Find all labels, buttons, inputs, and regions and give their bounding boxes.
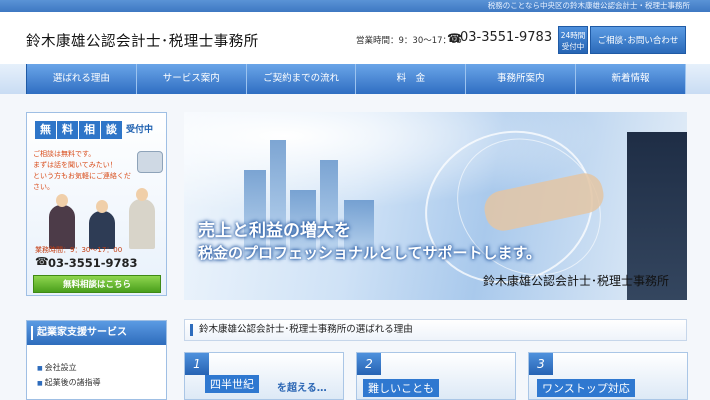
consult-heading: 無 料 相 談 受付中 bbox=[35, 121, 153, 139]
consult-accepting: 受付中 bbox=[126, 125, 154, 135]
free-consultation-box[interactable]: 無 料 相 談 受付中 ご相談は無料です。 まずは話を聞いてみたい！ という方も… bbox=[26, 112, 167, 296]
reason-number: 2 bbox=[357, 353, 381, 375]
nav-item-office[interactable]: 事務所案内 bbox=[466, 64, 577, 94]
24-hours-badge[interactable]: 24時間 受付中 bbox=[558, 26, 588, 54]
nav-bar: 選ばれる理由 サービス案内 ご契約までの流れ 料 金 事務所案内 新着情報 bbox=[0, 64, 710, 94]
consult-line: ご相談は無料です。 bbox=[33, 150, 96, 158]
reason-title: 四半世紀 bbox=[205, 375, 259, 393]
telephone-illustration bbox=[137, 151, 163, 173]
consult-hours: 業務時間：9：30〜17：00 bbox=[35, 246, 123, 254]
reason-card-1[interactable]: 1 四半世紀 を超える… bbox=[184, 352, 344, 400]
reason-title: 難しいことも bbox=[363, 379, 439, 397]
reason-number: 3 bbox=[529, 353, 553, 375]
reason-card-2[interactable]: 2 難しいことも bbox=[356, 352, 516, 400]
contact-button[interactable]: ご相談･お問い合わせ bbox=[590, 26, 686, 54]
business-hours: 営業時間：9：30〜17：15 bbox=[356, 36, 462, 46]
reason-title: ワンストップ対応 bbox=[537, 379, 635, 397]
free-consult-button[interactable]: 無料相談はこちら bbox=[33, 275, 161, 293]
hero-office-name: 鈴木康雄公認会計士･税理士事務所 bbox=[482, 274, 669, 288]
24-hours-label: 24時間 bbox=[560, 31, 586, 40]
hero-banner: 売上と利益の増大を 税金のプロフェッショナルとしてサポートします。 鈴木康雄公認… bbox=[184, 112, 687, 300]
nav-item-news[interactable]: 新着情報 bbox=[576, 64, 686, 94]
consult-char: 相 bbox=[79, 121, 100, 139]
phone-icon: ☎ bbox=[35, 255, 49, 268]
top-strip-text: 税務のことなら中央区の鈴木康雄公認会計士・税理士事務所 bbox=[487, 1, 690, 10]
nav-item-flow[interactable]: ご契約までの流れ bbox=[247, 64, 357, 94]
hero-headline: 売上と利益の増大を bbox=[198, 221, 351, 241]
site-title[interactable]: 鈴木康雄公認会計士･税理士事務所 bbox=[26, 30, 259, 51]
consult-char: 料 bbox=[57, 121, 78, 139]
sidebar-item-post-startup[interactable]: 起業後の諸指導 bbox=[37, 376, 101, 391]
accepting-label: 受付中 bbox=[561, 42, 585, 51]
nav-item-services[interactable]: サービス案内 bbox=[137, 64, 247, 94]
reason-card-3[interactable]: 3 ワンストップ対応 bbox=[528, 352, 688, 400]
startup-support-list: 会社設立 起業後の諸指導 bbox=[37, 361, 101, 391]
consult-phone[interactable]: 03-3551-9783 bbox=[48, 256, 138, 270]
reason-number: 1 bbox=[185, 353, 209, 375]
main-nav: 選ばれる理由 サービス案内 ご契約までの流れ 料 金 事務所案内 新着情報 bbox=[26, 64, 686, 94]
startup-support-box: 起業家支援サービス 会社設立 起業後の諸指導 bbox=[26, 320, 167, 400]
consult-char: 談 bbox=[101, 121, 122, 139]
header-phone[interactable]: 03-3551-9783 bbox=[460, 30, 552, 45]
sidebar-item-incorporation[interactable]: 会社設立 bbox=[37, 361, 101, 376]
nav-item-reasons[interactable]: 選ばれる理由 bbox=[27, 64, 137, 94]
reasons-section-title: 鈴木康雄公認会計士･税理士事務所の選ばれる理由 bbox=[184, 319, 687, 341]
staff-photo bbox=[45, 187, 161, 249]
startup-support-title: 起業家支援サービス bbox=[27, 321, 166, 345]
consult-line: まずは話を聞いてみたい！ bbox=[33, 161, 117, 169]
top-strip: 税務のことなら中央区の鈴木康雄公認会計士・税理士事務所 bbox=[0, 0, 710, 12]
consult-char: 無 bbox=[35, 121, 56, 139]
hero-subheadline: 税金のプロフェッショナルとしてサポートします。 bbox=[198, 244, 542, 262]
header: 鈴木康雄公認会計士･税理士事務所 営業時間：9：30〜17：15 ☎ 03-35… bbox=[0, 12, 710, 64]
reason-title-rest: を超える… bbox=[277, 383, 327, 394]
nav-item-fees[interactable]: 料 金 bbox=[356, 64, 467, 94]
